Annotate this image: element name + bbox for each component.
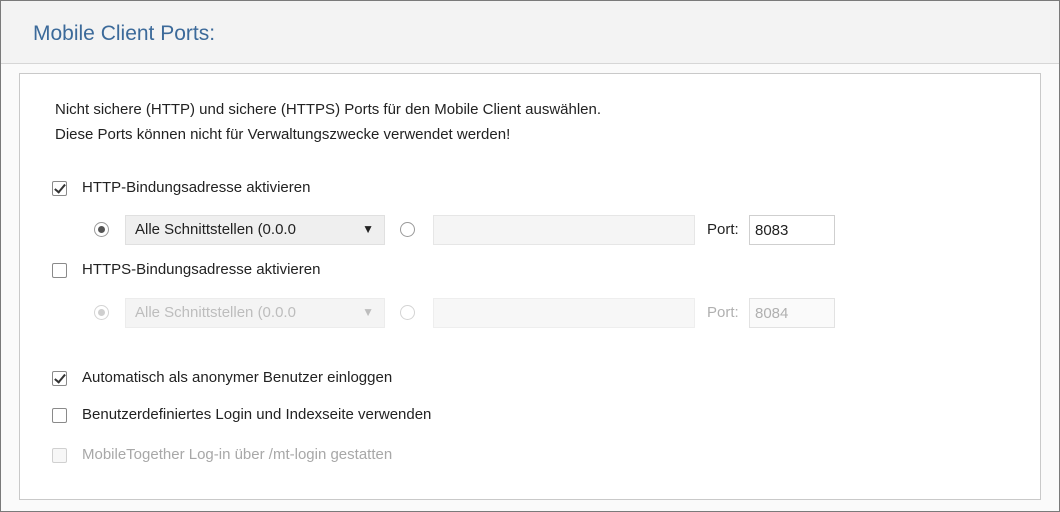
https-custom-address-radio[interactable] bbox=[400, 305, 415, 320]
section-title: Mobile Client Ports: bbox=[33, 22, 216, 45]
http-interface-select[interactable]: Alle Schnittstellen (0.0.0 ▼ bbox=[125, 215, 385, 245]
https-interface-select[interactable]: Alle Schnittstellen (0.0.0 ▼ bbox=[125, 298, 385, 328]
auto-anonymous-label: Automatisch als anonymer Benutzer einlog… bbox=[82, 369, 393, 386]
http-port-label: Port: bbox=[707, 221, 739, 238]
custom-login-label: Benutzerdefiniertes Login und Indexseite… bbox=[82, 406, 432, 423]
http-enable-checkbox[interactable] bbox=[52, 181, 67, 196]
http-port-input[interactable]: 8083 bbox=[749, 215, 835, 245]
settings-window: Mobile Client Ports: Nicht sichere (HTTP… bbox=[0, 0, 1060, 512]
https-port-label: Port: bbox=[707, 304, 739, 321]
http-enable-label: HTTP-Bindungsadresse aktivieren bbox=[82, 179, 311, 196]
chevron-down-icon: ▼ bbox=[362, 305, 374, 319]
custom-login-checkbox[interactable] bbox=[52, 408, 67, 423]
https-enable-checkbox[interactable] bbox=[52, 263, 67, 278]
mt-login-checkbox[interactable] bbox=[52, 448, 67, 463]
https-enable-label: HTTPS-Bindungsadresse aktivieren bbox=[82, 261, 321, 278]
mt-login-label: MobileTogether Log-in über /mt-login ges… bbox=[82, 446, 393, 463]
https-interface-value: Alle Schnittstellen (0.0.0 bbox=[135, 304, 296, 321]
section-header: Mobile Client Ports: bbox=[1, 1, 1059, 64]
https-all-interfaces-radio[interactable] bbox=[94, 305, 109, 320]
settings-panel: Nicht sichere (HTTP) und sichere (HTTPS)… bbox=[19, 73, 1041, 500]
http-custom-address-input[interactable] bbox=[433, 215, 695, 245]
https-port-input[interactable]: 8084 bbox=[749, 298, 835, 328]
https-custom-address-input[interactable] bbox=[433, 298, 695, 328]
http-custom-address-radio[interactable] bbox=[400, 222, 415, 237]
description-line-1: Nicht sichere (HTTP) und sichere (HTTPS)… bbox=[55, 101, 602, 118]
http-all-interfaces-radio[interactable] bbox=[94, 222, 109, 237]
description-line-2: Diese Ports können nicht für Verwaltungs… bbox=[55, 126, 511, 143]
http-interface-value: Alle Schnittstellen (0.0.0 bbox=[135, 221, 296, 238]
chevron-down-icon: ▼ bbox=[362, 222, 374, 236]
auto-anonymous-checkbox[interactable] bbox=[52, 371, 67, 386]
